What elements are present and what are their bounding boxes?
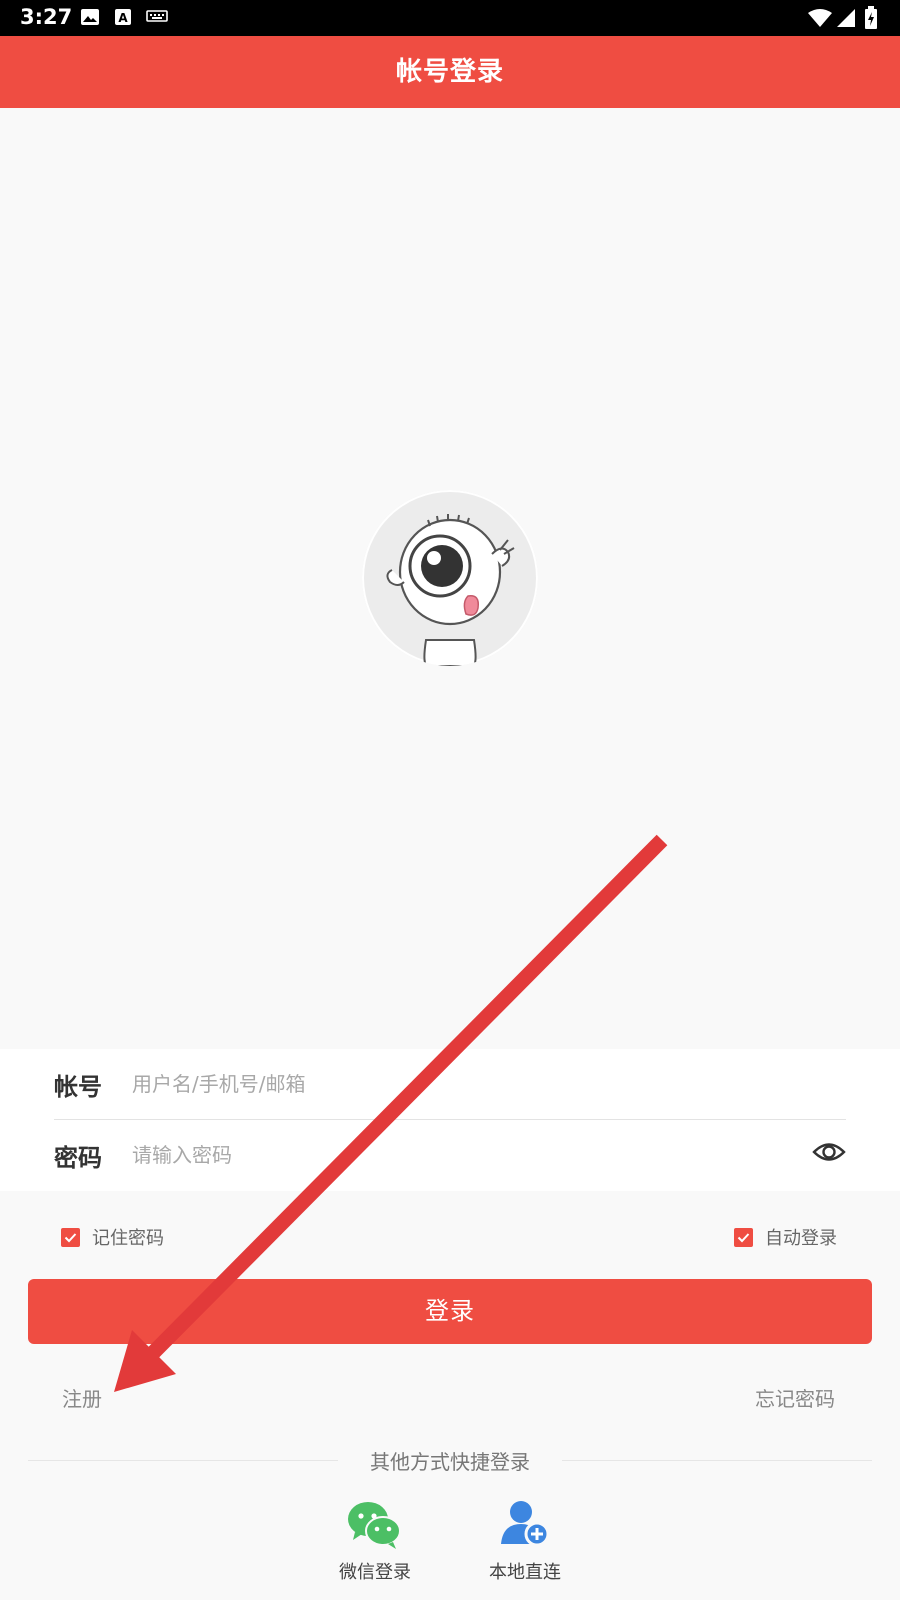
status-time: 3:27 <box>20 5 73 29</box>
forgot-password-link[interactable]: 忘记密码 <box>755 1383 835 1412</box>
local-connect-label: 本地直连 <box>489 1562 561 1583</box>
app-bar: 帐号登录 <box>0 36 900 108</box>
password-label: 密码 <box>54 1144 102 1172</box>
cartoon-eyeball-avatar-icon <box>364 492 536 666</box>
local-connect-button[interactable]: 本地直连 <box>470 1500 580 1584</box>
remember-password-label: 记住密码 <box>92 1228 164 1249</box>
signal-icon <box>836 8 856 32</box>
status-bar: 3:27 A <box>0 0 900 36</box>
image-icon <box>80 8 100 30</box>
other-login-title: 其他方式快捷登录 <box>370 1450 530 1474</box>
auto-login-checkbox[interactable]: 自动登录 <box>734 1224 837 1250</box>
font-a-icon: A <box>114 8 132 30</box>
login-form: 帐号 密码 <box>0 1049 900 1191</box>
keyboard-icon <box>146 8 168 28</box>
wechat-login-button[interactable]: 微信登录 <box>320 1500 430 1584</box>
user-add-icon <box>501 1501 550 1547</box>
password-row: 密码 <box>54 1120 846 1190</box>
page-title: 帐号登录 <box>395 57 504 87</box>
wechat-icon <box>348 1502 401 1549</box>
eye-icon[interactable] <box>812 1139 846 1169</box>
account-row: 帐号 <box>54 1049 846 1120</box>
battery-icon <box>864 6 878 34</box>
avatar <box>362 490 538 666</box>
checkbox-checked-icon <box>734 1227 753 1247</box>
svg-text:A: A <box>118 11 128 25</box>
annotation-arrow <box>114 834 668 1392</box>
wechat-login-label: 微信登录 <box>339 1562 411 1583</box>
remember-password-checkbox[interactable]: 记住密码 <box>61 1224 164 1250</box>
account-input[interactable] <box>130 1063 774 1105</box>
login-button[interactable]: 登录 <box>28 1279 872 1344</box>
password-input[interactable] <box>130 1134 774 1176</box>
wifi-icon <box>808 8 832 32</box>
account-label: 帐号 <box>54 1073 102 1101</box>
auto-login-label: 自动登录 <box>765 1228 837 1249</box>
checkbox-checked-icon <box>61 1227 80 1247</box>
register-link[interactable]: 注册 <box>62 1383 102 1412</box>
